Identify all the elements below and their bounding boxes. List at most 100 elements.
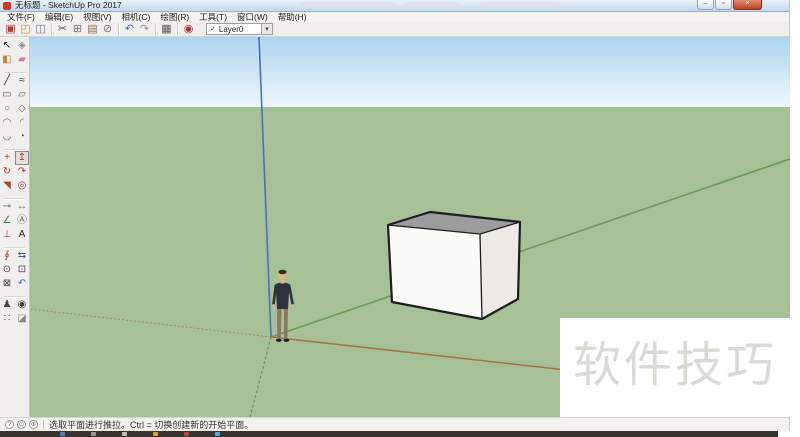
- toolbar-buttons: ▣ ◰ ◫ ✂ ⊞ ▤ ⊘ ↶ ↷ ▦ ◉: [3, 22, 196, 36]
- axis-green-negative: [249, 336, 272, 417]
- text-tool[interactable]: Ⓐ: [15, 214, 29, 228]
- protractor-tool[interactable]: ∠: [0, 214, 14, 228]
- sketchup-window: 无标题 - SketchUp Pro 2017 – ▫ × 文件(F) 编辑(E)…: [0, 0, 790, 431]
- taskbar-app-icon[interactable]: [184, 432, 189, 436]
- maximize-button[interactable]: ▫: [715, 0, 732, 10]
- save-button[interactable]: ◫: [33, 22, 48, 36]
- box-model[interactable]: [386, 210, 522, 321]
- axes-tool[interactable]: ⊥: [0, 228, 14, 242]
- palette-row: ◡ ◔: [0, 130, 29, 144]
- zoom-extents-tool[interactable]: ⊠: [0, 277, 14, 291]
- tape-measure-tool[interactable]: ⊸: [0, 200, 14, 214]
- menu-help[interactable]: 帮助(H): [273, 12, 312, 22]
- status-icons: ? ⊙ ⊕: [5, 420, 38, 429]
- tool-palette: ↖ ◈ ◧ ▰ ╱ ≈ ▭ ▱ ○ ◇ ◠ ◜ ◡ ◔ + ↥ ↻ ↷ ◥ ◎ ⊸ ↔ ∠ Ⓐ ⊥ A ∮ ⇆ ⊙ ⊡ ⊠ ↶ ♟ ◉ ∷ ◪: [0, 37, 30, 417]
- paint-bucket-tool[interactable]: ◧: [0, 53, 14, 67]
- palette-separator: [4, 292, 25, 297]
- menu-view[interactable]: 视图(V): [78, 12, 116, 22]
- offset-tool[interactable]: ◎: [15, 179, 29, 193]
- axis-green-positive: [270, 158, 790, 338]
- menu-edit[interactable]: 编辑(E): [40, 12, 78, 22]
- axis-blue: [258, 37, 272, 338]
- layer-combo-field[interactable]: ✓ Layer0: [206, 23, 262, 35]
- credits-status-icon[interactable]: ⊕: [29, 420, 38, 429]
- menu-camera[interactable]: 相机(C): [117, 12, 156, 22]
- previous-tool[interactable]: ↶: [15, 277, 29, 291]
- pie-tool[interactable]: ◔: [15, 130, 29, 144]
- menu-file[interactable]: 文件(F): [2, 12, 40, 22]
- watermark-box: 软件技巧: [560, 318, 790, 417]
- rotate-tool[interactable]: ↻: [0, 165, 14, 179]
- palette-row: + ↥: [0, 151, 29, 165]
- make-component-tool[interactable]: ◈: [15, 39, 29, 53]
- box-right-face[interactable]: [480, 222, 520, 319]
- taskbar-app-icon[interactable]: [60, 432, 65, 436]
- paste-button[interactable]: ▤: [85, 22, 100, 36]
- status-separator: [43, 420, 44, 429]
- taskbar-app-icon[interactable]: [91, 432, 96, 436]
- arc-tool[interactable]: ◠: [0, 116, 14, 130]
- new-button[interactable]: ▣: [3, 22, 18, 36]
- palette-row: ↖ ◈: [0, 39, 29, 53]
- sketchup-app-icon: [3, 1, 11, 10]
- cut-button[interactable]: ✂: [55, 22, 70, 36]
- position-camera-tool[interactable]: ♟: [0, 298, 14, 312]
- palette-row: ∮ ⇆: [0, 249, 29, 263]
- window-controls: – ▫ ×: [697, 0, 762, 10]
- menu-tools[interactable]: 工具(T): [194, 12, 232, 22]
- scale-figure-person[interactable]: [272, 269, 295, 342]
- toolbar-separator: [51, 23, 52, 35]
- print-button[interactable]: ▦: [159, 22, 174, 36]
- rotated-rectangle-tool[interactable]: ▱: [15, 88, 29, 102]
- model-info-button[interactable]: ◉: [181, 22, 196, 36]
- taskbar-app-icon[interactable]: [215, 432, 220, 436]
- three-point-arc-tool[interactable]: ◡: [0, 130, 14, 144]
- orbit-tool[interactable]: ∮: [0, 249, 14, 263]
- erase-button[interactable]: ⊘: [100, 22, 115, 36]
- look-around-tool[interactable]: ◉: [15, 298, 29, 312]
- polygon-tool[interactable]: ◇: [15, 102, 29, 116]
- windows-taskbar[interactable]: [0, 431, 778, 437]
- palette-row: ◠ ◜: [0, 116, 29, 130]
- redo-button[interactable]: ↷: [137, 22, 152, 36]
- screen: 无标题 - SketchUp Pro 2017 – ▫ × 文件(F) 编辑(E)…: [0, 0, 800, 437]
- geolocation-status-icon[interactable]: ⊙: [17, 420, 26, 429]
- two-point-arc-tool[interactable]: ◜: [15, 116, 29, 130]
- eraser-tool[interactable]: ▰: [15, 53, 29, 67]
- scale-tool[interactable]: ◥: [0, 179, 14, 193]
- open-button[interactable]: ◰: [18, 22, 33, 36]
- minimize-button[interactable]: –: [697, 0, 714, 10]
- copy-button[interactable]: ⊞: [70, 22, 85, 36]
- walk-tool[interactable]: ∷: [0, 312, 14, 326]
- rectangle-tool[interactable]: ▭: [0, 88, 14, 102]
- close-button[interactable]: ×: [733, 0, 762, 10]
- circle-tool[interactable]: ○: [0, 102, 14, 116]
- palette-row: ↻ ↷: [0, 165, 29, 179]
- dimension-tool[interactable]: ↔: [15, 200, 29, 214]
- taskbar-app-icon[interactable]: [122, 432, 127, 436]
- zoom-tool[interactable]: ⊙: [0, 263, 14, 277]
- viewport[interactable]: 软件技巧: [30, 37, 790, 417]
- axis-red-negative: [30, 308, 272, 338]
- taskbar-app-icon[interactable]: [153, 432, 158, 436]
- help-status-icon[interactable]: ?: [5, 420, 14, 429]
- section-plane-tool[interactable]: ◪: [15, 312, 29, 326]
- palette-row: ⊸ ↔: [0, 200, 29, 214]
- undo-button[interactable]: ↶: [122, 22, 137, 36]
- palette-row: ♟ ◉: [0, 298, 29, 312]
- pan-tool[interactable]: ⇆: [15, 249, 29, 263]
- follow-me-tool[interactable]: ↷: [15, 165, 29, 179]
- layer-combo[interactable]: ✓ Layer0 ▾: [206, 23, 273, 35]
- move-tool[interactable]: +: [0, 151, 14, 165]
- three-d-text-tool[interactable]: A: [15, 228, 29, 242]
- zoom-window-tool[interactable]: ⊡: [15, 263, 29, 277]
- palette-row: ∠ Ⓐ: [0, 214, 29, 228]
- layer-combo-dropdown-button[interactable]: ▾: [262, 23, 273, 35]
- menu-window[interactable]: 窗口(W): [232, 12, 273, 22]
- palette-row: ⊙ ⊡: [0, 263, 29, 277]
- push-pull-tool[interactable]: ↥: [15, 151, 29, 165]
- menu-draw[interactable]: 绘图(R): [155, 12, 194, 22]
- line-tool[interactable]: ╱: [0, 74, 14, 88]
- freehand-tool[interactable]: ≈: [15, 74, 29, 88]
- select-tool[interactable]: ↖: [0, 39, 14, 53]
